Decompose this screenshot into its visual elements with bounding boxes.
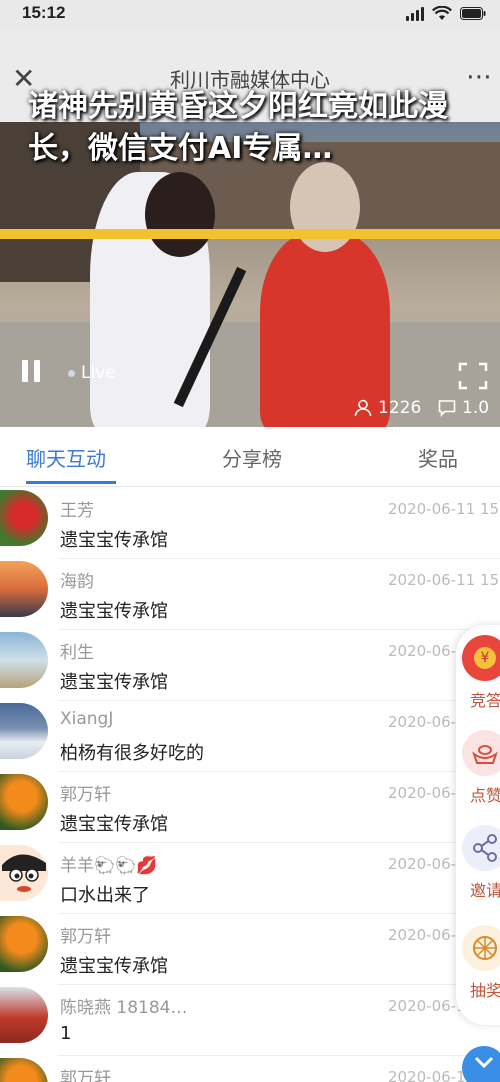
chat-message: 王芳 2020-06-11 15: 遗宝宝传承馆 xyxy=(0,488,500,559)
headline-bar xyxy=(0,229,500,239)
fullscreen-icon[interactable] xyxy=(458,362,488,390)
message-text: 遗宝宝传承馆 xyxy=(60,814,168,835)
side-action-label: 点赞 xyxy=(470,786,500,805)
side-action-label: 抽奖 xyxy=(470,981,500,1000)
message-time: 2020-06-1 xyxy=(388,926,466,944)
message-username: 郭万轩 xyxy=(60,785,111,805)
active-tab-indicator xyxy=(26,481,116,484)
avatar[interactable] xyxy=(0,987,48,1043)
tab-chat[interactable]: 聊天互动 xyxy=(26,443,106,472)
chat-message: 陈晓燕 18184… 2020-06-1 1 xyxy=(0,985,500,1056)
status-icons xyxy=(406,6,486,21)
message-username: 利生 xyxy=(60,643,94,663)
comment-count-value: 1.0 xyxy=(462,398,490,418)
viewer-count-value: 1226 xyxy=(378,398,422,418)
side-action-label: 邀请 xyxy=(470,881,500,900)
chat-message: 海韵 2020-06-11 15: 遗宝宝传承馆 xyxy=(0,559,500,630)
share-icon xyxy=(462,825,500,871)
message-username: 陈晓燕 18184… xyxy=(60,998,188,1018)
side-action-label: 竞答 xyxy=(470,691,500,710)
chevron-down-icon xyxy=(474,1056,494,1069)
avatar[interactable] xyxy=(0,490,48,546)
message-username: XiangJ xyxy=(60,709,114,729)
message-text: 遗宝宝传承馆 xyxy=(60,956,168,977)
message-text: 1 xyxy=(60,1023,72,1044)
message-text: 口水出来了 xyxy=(60,885,150,906)
yuan-icon: ¥ xyxy=(462,635,500,681)
avatar[interactable] xyxy=(0,845,48,901)
chat-message: 利生 2020-06-1 遗宝宝传承馆 xyxy=(0,630,500,701)
video-person-reporter-head xyxy=(145,172,215,257)
chat-message: 郭万轩 2020-06-1 遗宝宝传承馆 xyxy=(0,772,500,843)
avatar[interactable] xyxy=(0,916,48,972)
message-text: 遗宝宝传承馆 xyxy=(60,530,168,551)
side-action-panel: ¥ 竞答 点赞 邀请 抽奖 xyxy=(456,625,500,1025)
live-dot-icon xyxy=(68,369,75,377)
wifi-icon xyxy=(432,6,452,20)
message-time: 2020-06-1 xyxy=(388,855,466,873)
status-bar: 15:12 xyxy=(0,0,500,30)
message-time: 2020-06-11 15: xyxy=(388,571,500,589)
message-time: 2020-06-11 15: xyxy=(388,500,500,518)
live-label: Live xyxy=(81,363,116,383)
message-time: 2020-06-1 xyxy=(388,713,466,731)
pause-button[interactable] xyxy=(22,360,40,382)
chat-message: 郭万轩 2020-06-1 遗宝宝传承馆 xyxy=(0,914,500,985)
message-text: 柏杨有很多好吃的 xyxy=(60,743,204,764)
tab-share-rank[interactable]: 分享榜 xyxy=(222,443,282,472)
message-time: 2020-06-1 xyxy=(388,642,466,660)
video-headline: 诸神先别黄昏这夕阳红竟如此漫长，微信支付AI专属… xyxy=(28,89,448,166)
signal-icon xyxy=(406,6,424,21)
ingot-icon xyxy=(462,730,500,776)
scroll-down-button[interactable] xyxy=(462,1046,500,1082)
chat-list[interactable]: 王芳 2020-06-11 15: 遗宝宝传承馆 海韵 2020-06-11 1… xyxy=(0,488,500,1082)
tab-prizes[interactable]: 奖品 xyxy=(418,443,458,472)
cartoon-avatar-icon xyxy=(2,854,46,892)
chat-message: XiangJ 2020-06-1 柏杨有很多好吃的 xyxy=(0,701,500,772)
avatar[interactable] xyxy=(0,703,48,759)
live-indicator: Live xyxy=(68,363,116,383)
message-username: 羊羊🐑🐑💋 xyxy=(60,856,158,876)
message-username: 海韵 xyxy=(60,572,94,592)
message-time: 2020-06-1 xyxy=(388,1068,466,1082)
battery-icon xyxy=(460,7,486,20)
message-username: 郭万轩 xyxy=(60,927,111,947)
message-username: 郭万轩 xyxy=(60,1069,111,1082)
avatar[interactable] xyxy=(0,632,48,688)
message-time: 2020-06-1 xyxy=(388,997,466,1015)
tab-bar: 聊天互动 分享榜 奖品 xyxy=(0,427,500,487)
chat-message: 羊羊🐑🐑💋 2020-06-1 口水出来了 xyxy=(0,843,500,914)
message-text: 遗宝宝传承馆 xyxy=(60,601,168,622)
chat-message: 郭万轩 2020-06-1 xyxy=(0,1056,500,1082)
wheel-icon xyxy=(462,925,500,971)
message-text: 遗宝宝传承馆 xyxy=(60,672,168,693)
avatar[interactable] xyxy=(0,561,48,617)
comment-count: 1.0 xyxy=(438,398,489,418)
person-icon xyxy=(354,399,372,417)
avatar[interactable] xyxy=(0,1058,48,1082)
viewer-count: 1226 xyxy=(354,398,421,418)
avatar[interactable] xyxy=(0,774,48,830)
status-time: 15:12 xyxy=(22,3,66,22)
comment-icon xyxy=(438,400,456,417)
message-username: 王芳 xyxy=(60,501,94,521)
message-time: 2020-06-1 xyxy=(388,784,466,802)
